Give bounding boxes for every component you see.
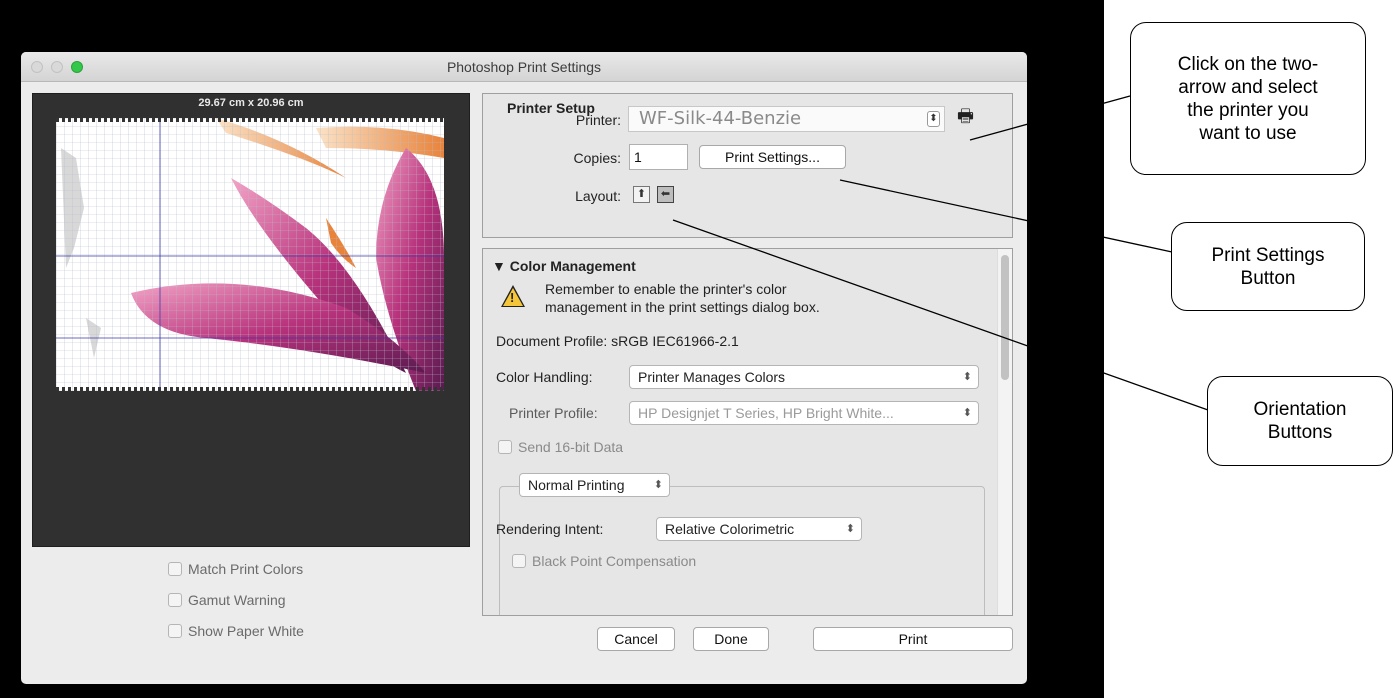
rendering-intent-label: Rendering Intent: <box>496 521 604 537</box>
black-point-label: Black Point Compensation <box>532 553 697 569</box>
preview-image[interactable] <box>56 118 444 391</box>
layout-label: Layout: <box>575 188 621 204</box>
printer-callout-line3: the printer you <box>1187 99 1309 121</box>
color-handling-select[interactable]: Printer Manages Colors ⬍ <box>629 365 979 389</box>
add-printer-icon[interactable]: 🖶 <box>957 104 974 134</box>
copies-input[interactable]: 1 <box>629 144 688 170</box>
disclosure-triangle-icon[interactable]: ▼ <box>492 258 510 274</box>
print-preview: 29.67 cm x 20.96 cm <box>32 93 470 547</box>
printer-profile-select[interactable]: HP Designjet T Series, HP Bright White..… <box>629 401 979 425</box>
gamut-warning-label: Gamut Warning <box>188 592 286 608</box>
show-paper-white-label: Show Paper White <box>188 623 304 639</box>
black-point-row[interactable]: Black Point Compensation <box>512 553 696 569</box>
printing-mode-select[interactable]: Normal Printing ⬍ <box>519 473 670 497</box>
title-bar[interactable]: Photoshop Print Settings <box>21 52 1027 82</box>
send-16bit-label: Send 16-bit Data <box>518 439 624 455</box>
chevron-updown-icon: ⬍ <box>653 479 663 491</box>
printing-mode-value: Normal Printing <box>528 477 625 493</box>
orientation-callout: Orientation Buttons <box>1207 376 1393 466</box>
send-16bit-row[interactable]: Send 16-bit Data <box>498 439 623 455</box>
scrollbar-thumb[interactable] <box>1001 255 1009 380</box>
show-paper-white-row[interactable]: Show Paper White <box>168 623 304 639</box>
printer-profile-label: Printer Profile: <box>509 405 598 421</box>
up-down-arrow-icon[interactable]: ⬍ <box>927 111 940 127</box>
orientation-callout-line2: Buttons <box>1267 422 1333 443</box>
printer-callout-line4: want to use <box>1199 122 1297 144</box>
rendering-intent-value: Relative Colorimetric <box>665 521 795 537</box>
printer-setup-panel: Printer Setup Printer: WF-Silk-44-Benzie… <box>482 93 1013 238</box>
done-button[interactable]: Done <box>693 627 769 651</box>
show-paper-white-checkbox[interactable] <box>168 624 182 638</box>
printer-callout-line1: Click on the two- <box>1177 53 1319 75</box>
chevron-updown-icon: ⬍ <box>962 407 972 419</box>
print-settings-dialog: Photoshop Print Settings 29.67 cm x 20.9… <box>21 52 1027 684</box>
color-management-panel: ▼ Color Management ! Remember to enable … <box>482 248 1013 616</box>
color-handling-value: Printer Manages Colors <box>638 369 786 385</box>
document-profile: Document Profile: sRGB IEC61966-2.1 <box>496 333 739 349</box>
orientation-callout-line1: Orientation <box>1253 399 1347 420</box>
portrait-orientation-button[interactable]: ⬆ <box>633 186 650 203</box>
chevron-updown-icon: ⬍ <box>845 523 855 535</box>
scrollbar[interactable] <box>997 249 1012 615</box>
send-16bit-checkbox[interactable] <box>498 440 512 454</box>
copies-label: Copies: <box>573 150 621 166</box>
settings-callout-line2: Button <box>1240 267 1296 289</box>
match-print-colors-checkbox[interactable] <box>168 562 182 576</box>
flower-artwork <box>56 118 444 391</box>
paper-dimensions: 29.67 cm x 20.96 cm <box>198 97 304 109</box>
rendering-intent-select[interactable]: Relative Colorimetric ⬍ <box>656 517 862 541</box>
color-management-title: Color Management <box>509 258 636 274</box>
settings-callout-line1: Print Settings <box>1211 244 1325 266</box>
match-print-colors-label: Match Print Colors <box>188 561 304 577</box>
printer-profile-value: HP Designjet T Series, HP Bright White..… <box>638 405 894 421</box>
printer-callout-line2: arrow and select <box>1178 76 1318 98</box>
warning-text-line2: management in the print settings dialog … <box>545 299 820 315</box>
color-handling-label: Color Handling: <box>496 369 593 385</box>
chevron-updown-icon: ⬍ <box>962 371 972 383</box>
warning-text-line1: Remember to enable the printer's color <box>545 281 787 297</box>
printer-dropdown[interactable]: WF-Silk-44-Benzie ⬍ <box>628 106 945 132</box>
printing-options-group <box>499 486 985 615</box>
print-button[interactable]: Print <box>813 627 1013 651</box>
printer-callout: Click on the two- arrow and select the p… <box>1130 22 1366 175</box>
landscape-orientation-button[interactable]: ⬅ <box>657 186 674 203</box>
print-settings-button[interactable]: Print Settings... <box>699 145 846 169</box>
printer-value: WF-Silk-44-Benzie <box>639 108 802 129</box>
printer-label: Printer: <box>575 112 621 128</box>
black-point-checkbox[interactable] <box>512 554 526 568</box>
match-print-colors-row[interactable]: Match Print Colors <box>168 561 303 577</box>
window-title: Photoshop Print Settings <box>446 59 602 75</box>
color-management-heading[interactable]: ▼ Color Management <box>492 258 636 274</box>
cancel-button[interactable]: Cancel <box>597 627 675 651</box>
gamut-warning-checkbox[interactable] <box>168 593 182 607</box>
settings-callout: Print Settings Button <box>1171 222 1365 311</box>
gamut-warning-row[interactable]: Gamut Warning <box>168 592 286 608</box>
